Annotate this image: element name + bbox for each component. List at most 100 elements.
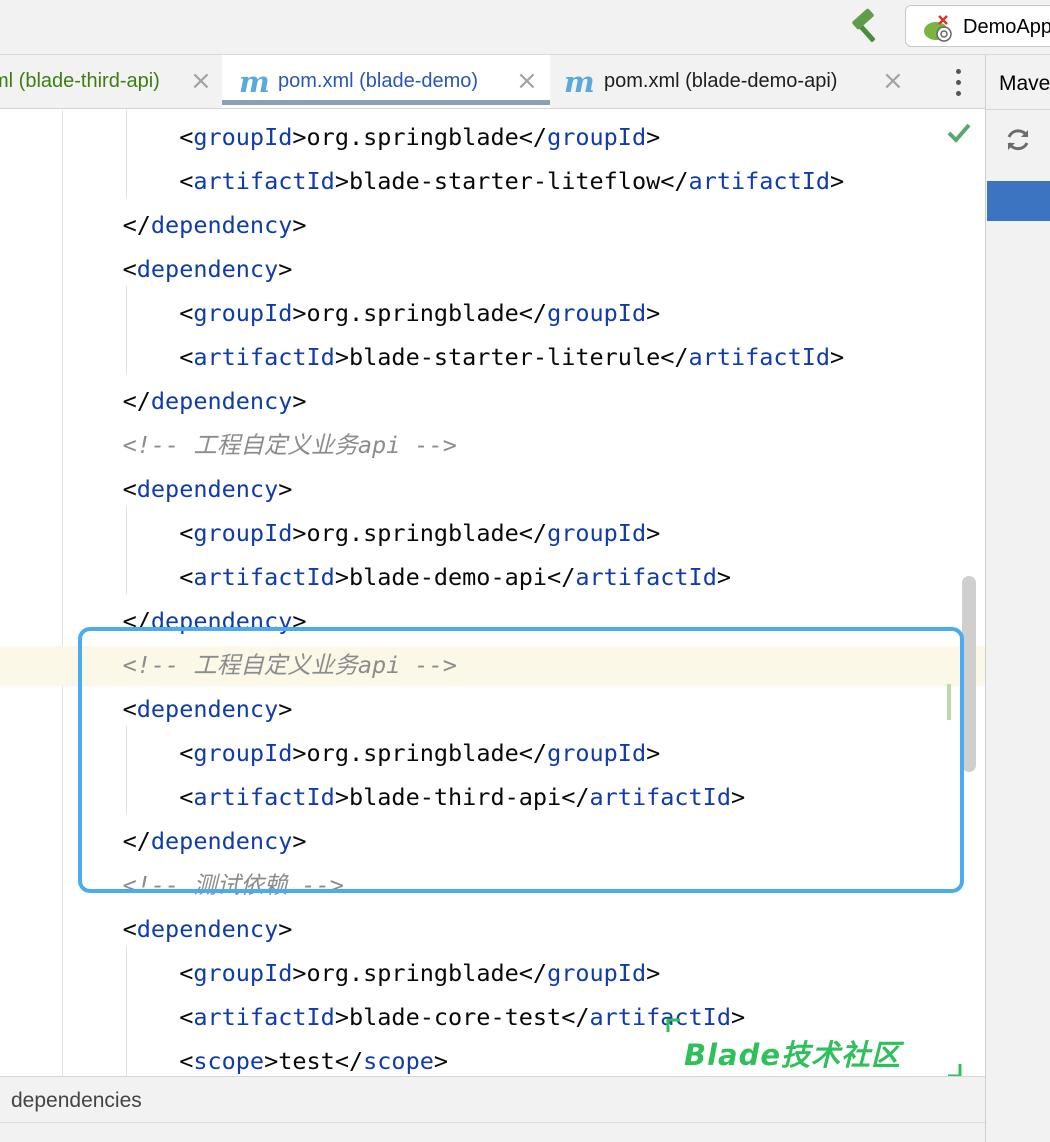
code-line[interactable]: <scope>test</scope> <box>66 1039 448 1076</box>
code-line[interactable]: <dependency> <box>66 467 293 511</box>
code-text: >org.springblade</ <box>292 299 548 327</box>
code-text: < <box>179 343 194 371</box>
code-line[interactable]: </dependency> <box>66 203 307 247</box>
code-text: < <box>179 519 194 547</box>
maven-panel-title: Mave <box>999 72 1050 95</box>
code-editor[interactable]: <groupId>org.springblade</groupId> <arti… <box>0 110 985 1076</box>
xml-comment: <!-- 工程自定义业务api --> <box>122 431 457 459</box>
run-config-label: DemoApp <box>963 16 1050 38</box>
code-line[interactable]: <dependency> <box>66 907 293 951</box>
xml-tag-name: dependency <box>136 255 279 283</box>
code-text: < <box>179 1003 194 1031</box>
watermark-corner <box>666 1018 680 1032</box>
vertical-scrollbar[interactable] <box>962 576 976 772</box>
close-icon[interactable]: × <box>882 66 904 96</box>
xml-tag-name: artifactId <box>193 343 335 371</box>
code-text: > <box>646 299 661 327</box>
code-text: < <box>122 915 137 943</box>
code-text: >blade-core-test</ <box>334 1003 590 1031</box>
code-text: >blade-demo-api</ <box>334 563 576 591</box>
xml-tag-name: dependency <box>136 915 279 943</box>
code-text: >blade-starter-literule</ <box>334 343 689 371</box>
code-line[interactable]: <artifactId>blade-core-test</artifactId> <box>66 995 745 1039</box>
tab-label: pom.xml (blade-demo-api) <box>604 70 838 92</box>
breadcrumb: dependencies <box>0 1076 985 1122</box>
tab-blade-third-api[interactable]: ml (blade-third-api) × <box>0 55 220 108</box>
code-text: < <box>122 475 137 503</box>
xml-tag-name: artifactId <box>688 167 831 195</box>
tab-label: pom.xml (blade-demo) <box>278 70 479 92</box>
run-config-selector[interactable]: DemoApp <box>905 5 1050 47</box>
more-tabs-icon[interactable] <box>950 65 970 101</box>
code-text: > <box>278 915 293 943</box>
code-text: > <box>433 1047 449 1075</box>
xml-tag-name: groupId <box>547 123 647 151</box>
hammer-icon[interactable] <box>846 8 886 46</box>
code-line[interactable]: <artifactId>blade-demo-api</artifactId> <box>66 555 731 599</box>
code-text: < <box>179 563 194 591</box>
code-text: > <box>278 255 293 283</box>
code-line[interactable]: <dependency> <box>66 247 293 291</box>
close-icon[interactable]: × <box>190 66 212 96</box>
code-line[interactable]: <artifactId>blade-starter-literule</arti… <box>66 335 844 379</box>
main-toolbar: DemoApp <box>0 0 1050 55</box>
code-text: < <box>179 1047 194 1075</box>
code-text: >org.springblade</ <box>292 959 548 987</box>
tab-blade-demo-api[interactable]: m pom.xml (blade-demo-api) × <box>552 55 942 108</box>
maven-icon: m <box>239 65 270 99</box>
code-text: < <box>179 299 194 327</box>
gutter-divider <box>62 110 63 1076</box>
maven-tool-window: Mave <box>985 55 1050 1142</box>
code-line[interactable]: <!-- 工程自定义业务api --> <box>66 423 457 467</box>
code-text: < <box>179 167 194 195</box>
code-text: > <box>830 343 845 371</box>
active-tab-indicator <box>222 100 550 105</box>
code-text: >test</ <box>264 1047 364 1075</box>
check-icon[interactable] <box>945 120 973 146</box>
code-text: > <box>292 387 307 415</box>
code-line[interactable]: <artifactId>blade-starter-liteflow</arti… <box>66 159 844 203</box>
tab-label: ml (blade-third-api) <box>0 70 160 92</box>
xml-tag-name: scope <box>193 1047 265 1075</box>
status-bar <box>0 1122 985 1142</box>
code-text: > <box>830 167 845 195</box>
refresh-icon[interactable] <box>1003 125 1033 155</box>
watermark: Blade技术社区 <box>666 1018 966 1082</box>
xml-tag-name: artifactId <box>575 563 717 591</box>
code-text: > <box>646 959 661 987</box>
xml-tag-name: dependency <box>136 475 279 503</box>
code-text: >blade-starter-liteflow</ <box>334 167 689 195</box>
maven-tree-selected-row[interactable] <box>987 181 1050 221</box>
code-line[interactable]: <groupId>org.springblade</groupId> <box>66 291 660 335</box>
code-line[interactable]: <groupId>org.springblade</groupId> <box>66 511 660 555</box>
xml-tag-name: artifactId <box>193 167 335 195</box>
watermark-text: Blade技术社区 <box>684 1038 902 1072</box>
code-text: > <box>646 123 661 151</box>
breadcrumb-item-dependencies[interactable]: dependencies <box>11 1089 142 1113</box>
code-text: < <box>122 255 137 283</box>
close-icon[interactable]: × <box>516 66 538 96</box>
xml-tag-name: groupId <box>547 519 647 547</box>
code-text: > <box>646 519 661 547</box>
code-text: > <box>716 563 731 591</box>
code-text: > <box>292 211 307 239</box>
xml-tag-name: artifactId <box>688 343 831 371</box>
code-line[interactable]: <groupId>org.springblade</groupId> <box>66 115 660 159</box>
xml-tag-name: groupId <box>547 959 647 987</box>
xml-tag-name: artifactId <box>193 1003 335 1031</box>
code-line[interactable]: <groupId>org.springblade</groupId> <box>66 951 660 995</box>
code-text: < <box>179 123 194 151</box>
xml-tag-name: groupId <box>193 123 293 151</box>
code-line[interactable]: </dependency> <box>66 379 307 423</box>
xml-tag-name: groupId <box>193 299 293 327</box>
